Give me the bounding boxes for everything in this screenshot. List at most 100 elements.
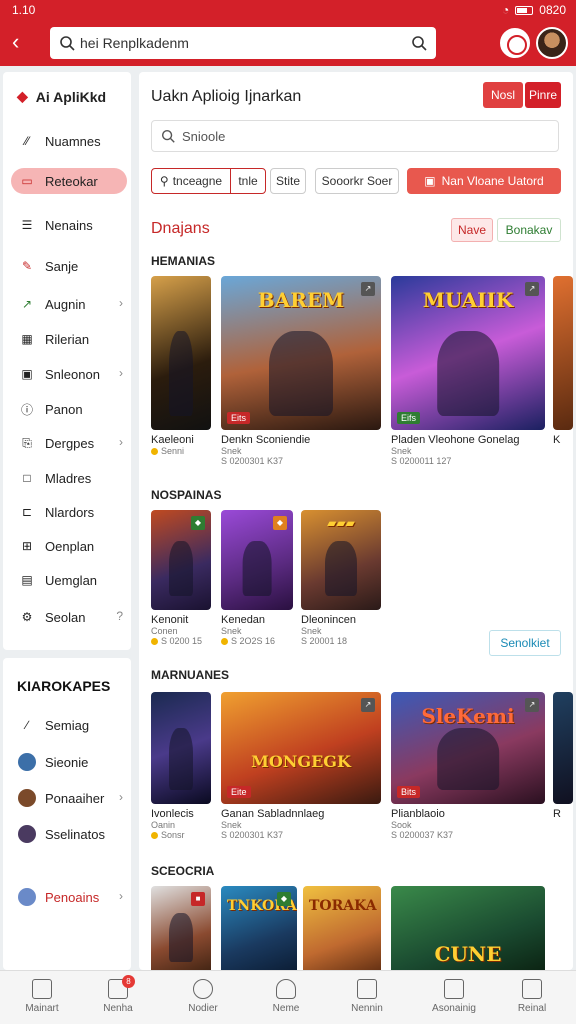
sidebar-item-label: Nuamnes — [45, 133, 101, 149]
game-card[interactable]: K — [553, 276, 573, 446]
game-name: Ganan Sabladnnlaeg — [221, 808, 325, 820]
sidebar-item-7[interactable]: ⓘ Panon — [11, 396, 127, 422]
tag-filter[interactable]: Bonakav — [497, 218, 561, 242]
tag-new[interactable]: Nave — [451, 218, 493, 242]
sidebar2-item-label: Sselinatos — [45, 826, 105, 842]
game-meta: S 0200301 K37 — [221, 830, 284, 840]
nav-item-5[interactable]: Asonainig — [424, 979, 484, 1014]
game-meta: Sonsr — [151, 830, 211, 840]
search-input[interactable]: Snioole — [151, 120, 559, 152]
profile-icon — [522, 979, 542, 999]
row-title: MARNUANES — [151, 668, 229, 682]
game-card[interactable]: ■ — [151, 886, 211, 970]
nav-item-0[interactable]: Mainart — [12, 979, 72, 1014]
sidebar-item-2[interactable]: ☰ Nenains — [11, 212, 127, 238]
game-sub: Sook — [391, 820, 412, 830]
sidebar-item-13[interactable]: ⚙ Seolan? — [11, 604, 127, 630]
edit-icon: ✎ — [21, 259, 33, 273]
filter-chip-2[interactable]: Stite — [270, 168, 306, 194]
search-icon — [60, 36, 75, 51]
nav-item-4[interactable]: Nennin — [337, 979, 397, 1014]
game-name: Denkn Sconiendie — [221, 434, 311, 446]
status-bar: 1.10 ◔ 0820 — [0, 0, 576, 20]
sidebar-item-10[interactable]: ⊏ Nlardors — [11, 499, 127, 525]
game-name: Plianblaoio — [391, 808, 445, 820]
gamepad-icon[interactable] — [500, 28, 530, 58]
sidebar-item-4[interactable]: ↗ Augnin › — [11, 291, 127, 317]
filter-chip-1[interactable]: tnle — [230, 168, 266, 194]
user-avatar[interactable] — [536, 27, 568, 59]
game-card[interactable]: ◆ Kenonit Conen S 0200 15 — [151, 510, 211, 646]
nav-item-2[interactable]: Nodier — [173, 979, 233, 1014]
folder-icon: ▭ — [21, 174, 33, 188]
arrow-icon: ↗ — [361, 698, 375, 712]
sidebar-item-5[interactable]: ▦ Rilerian — [11, 326, 127, 352]
sidebar-item-label: Snleonon — [45, 366, 100, 382]
sidebar2-item-4[interactable]: Penoains › — [11, 884, 127, 910]
game-cover: CUNE — [391, 886, 545, 970]
rating-dot-icon — [151, 637, 158, 645]
game-cover: BAREM Eits ↗ — [221, 276, 381, 430]
badge-icon: ■ — [191, 892, 205, 906]
sidebar-item-9[interactable]: □ Mladres — [11, 465, 127, 491]
nav-item-1[interactable]: 8 Nenha — [88, 975, 148, 1014]
see-all-button[interactable]: Senolkiet — [489, 630, 561, 656]
game-meta: Senni — [151, 446, 211, 456]
game-card[interactable]: Kaeleoni Senni — [151, 276, 211, 456]
sidebar-item-8[interactable]: ⎘ Dergpes › — [11, 430, 127, 456]
game-card[interactable]: TNKORA ◆ — [221, 886, 297, 970]
table-icon: ⊞ — [21, 539, 33, 553]
wifi-icon: ◔ — [502, 3, 510, 17]
sidebar2-item-0[interactable]: ∕ Semiag — [11, 712, 127, 738]
game-name: Kaeleoni — [151, 434, 194, 446]
game-meta: S 0200011 127 — [391, 456, 452, 466]
game-card[interactable]: ◆ Kenedan Snek S 2O2S 16 — [221, 510, 293, 646]
chevron-right-icon: › — [119, 889, 123, 903]
sidebar-item-0[interactable]: ⁄⁄ Nuamnes — [11, 128, 127, 154]
game-cover — [553, 692, 573, 804]
game-card[interactable]: ▰▰▰ Dleonincen Snek S 20001 18 — [301, 510, 381, 646]
nav-label: Nenha — [103, 1003, 133, 1014]
filter-chip-3[interactable]: Sooorkr Soer — [315, 168, 399, 194]
sidebar-item-6[interactable]: ▣ Snleonon › — [11, 361, 127, 387]
sidebar-item-label: Seolan — [45, 609, 86, 625]
sidebar2-item-2[interactable]: Ponaaiher › — [11, 785, 127, 811]
sidebar-item-label: Nlardors — [45, 504, 95, 520]
top-search-box[interactable]: hei Renplkadenm — [50, 27, 436, 59]
game-cover — [553, 276, 573, 430]
character-art — [169, 331, 193, 416]
sidebar-item-1[interactable]: ▭ Reteokar — [11, 168, 127, 194]
game-badge: Bits — [397, 786, 421, 798]
game-card[interactable]: Ivonlecis Oanin Sonsr — [151, 692, 211, 840]
chevron-right-icon: › — [119, 435, 123, 449]
game-card[interactable]: SleKemi Bits ↗ Plianblaoio Sook S 020003… — [391, 692, 545, 840]
calendar-icon: ▣ — [21, 367, 33, 381]
game-card[interactable]: R — [553, 692, 573, 820]
chart-icon: ↗ — [21, 297, 33, 311]
nav-item-6[interactable]: Reinal — [502, 979, 562, 1014]
sidebar-item-12[interactable]: ▤ Uemglan — [11, 567, 127, 593]
back-arrow-icon[interactable]: ‹ — [12, 30, 36, 54]
sidebar-item-3[interactable]: ✎ Sanje — [11, 253, 127, 279]
card-icon: ▤ — [21, 573, 33, 587]
row-title: NOSPAINAS — [151, 488, 222, 502]
game-cover: ◆ — [221, 510, 293, 610]
sidebar-brand[interactable]: ◆ Ai ApliKkd — [17, 88, 106, 105]
help-icon[interactable]: ? — [116, 609, 123, 623]
game-card[interactable]: BAREM Eits ↗ Denkn Sconiendie Snek S 020… — [221, 276, 381, 466]
badge-icon: ◆ — [273, 516, 287, 530]
nav-item-3[interactable]: Neme — [256, 979, 316, 1014]
game-cover: ▰▰▰ — [301, 510, 381, 610]
search-submit-icon[interactable] — [410, 34, 428, 52]
sidebar-item-11[interactable]: ⊞ Oenplan — [11, 533, 127, 559]
filter-chip-0[interactable]: ⚲ tnceagne — [151, 168, 231, 194]
sidebar2-item-1[interactable]: Sieonie — [11, 749, 127, 775]
game-card[interactable]: MUAIIK Eifs ↗ Pladen Vleohone Gonelag Sn… — [391, 276, 545, 466]
sidebar2-item-3[interactable]: Sselinatos — [11, 821, 127, 847]
secondary-button[interactable]: Pinre — [525, 82, 561, 108]
filter-chip-4[interactable]: ▣ Nan Vloane Uatord — [407, 168, 561, 194]
game-card[interactable]: CUNE — [391, 886, 545, 970]
game-card[interactable]: TORAKA — [303, 886, 381, 970]
primary-button[interactable]: Nosl — [483, 82, 523, 108]
game-card[interactable]: MONGEGK Eite ↗ Ganan Sabladnnlaeg Snek S… — [221, 692, 381, 840]
